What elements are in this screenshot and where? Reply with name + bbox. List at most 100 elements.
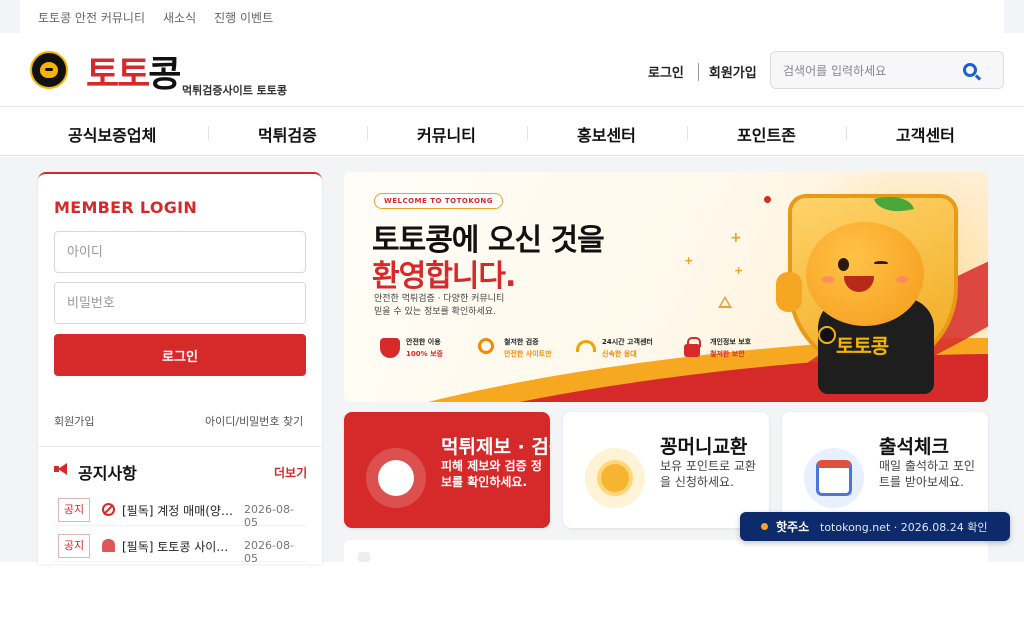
card-description: 피해 제보와 검증 정보를 확인하세요.: [441, 459, 542, 489]
nav-divider: [687, 126, 688, 140]
triangle-decoration: [718, 296, 732, 308]
lock-icon: [684, 337, 701, 357]
site-header: 토토콩 먹튀검증사이트 토토콩 로그인 회원가입: [0, 33, 1024, 107]
topbar-link-events[interactable]: 진행 이벤트: [214, 9, 273, 26]
mascot-thumb-icon: [776, 272, 802, 312]
sparkle-icon: +: [684, 254, 694, 267]
feature-title: 안전한 이용: [406, 338, 441, 346]
card-description: 보유 포인트로 교환을 신청하세요.: [660, 459, 756, 489]
nav-item-verification[interactable]: 먹튀검증: [258, 122, 317, 146]
card-icon-circle: [585, 448, 645, 508]
card-attendance[interactable]: 출석체크 매일 출석하고 포인트를 받아보세요.: [782, 412, 988, 528]
banner-desc-line: 안전한 먹튀검증 · 다양한 커뮤니티: [374, 294, 505, 304]
nav-item-point-zone[interactable]: 포인트존: [737, 122, 796, 146]
sparkle-icon: +: [734, 264, 744, 277]
welcome-banner[interactable]: WELCOME TO TOTOKONG 토토콩에 오신 것을 환영합니다. 안전…: [344, 172, 988, 402]
card-title: 꽁머니교환: [660, 436, 748, 458]
logo-text-black: 콩: [148, 54, 181, 95]
notice-more-link[interactable]: 더보기: [274, 464, 307, 481]
card-point-exchange[interactable]: 꽁머니교환 보유 포인트로 교환을 신청하세요.: [563, 412, 769, 528]
banner-description: 안전한 먹튀검증 · 다양한 커뮤니티 믿을 수 있는 정보를 확인하세요.: [374, 293, 614, 319]
search-box: [770, 51, 1004, 89]
login-panel: MEMBER LOGIN 로그인 회원가입 아이디/비밀번호 찾기 공지사항 더…: [38, 172, 322, 564]
notice-text[interactable]: [필독] 계정 매매(양도) 금지 안내: [122, 502, 234, 519]
logo-icon[interactable]: [30, 51, 68, 89]
siren-icon: [102, 539, 115, 552]
feature-sub: 안전한 사이트만: [504, 350, 552, 358]
feature-title: 24시간 고객센터: [602, 338, 653, 346]
notice-badge: 공지: [58, 534, 90, 558]
mascot-cheek: [822, 276, 834, 283]
feature-sub: 100% 보증: [406, 350, 443, 358]
notice-text[interactable]: [필독] 토토콩 사이트 이용 안내: [122, 538, 234, 555]
welcome-tag: WELCOME TO TOTOKONG: [374, 193, 504, 209]
card-icon-circle: [804, 448, 864, 508]
mascot-eye: [838, 258, 849, 271]
find-account-link[interactable]: 아이디/비밀번호 찾기: [205, 413, 303, 429]
coin-icon: [597, 460, 633, 496]
toast-text: totokong.net · 2026.08.24 확인: [820, 521, 988, 534]
logo-text-red: 토토: [86, 54, 150, 95]
ban-icon: [102, 503, 115, 516]
mascot-cheek: [896, 276, 908, 283]
logo-subtitle: 먹튀검증사이트 토토콩: [182, 84, 288, 97]
notice-row[interactable]: 공지 [필독] 토토콩 사이트 이용 안내 2026-08-05: [54, 530, 306, 564]
nav-item-official-partners[interactable]: 공식보증업체: [68, 122, 156, 146]
site-logo[interactable]: 토토콩: [86, 45, 181, 97]
card-icon-circle: [366, 448, 426, 508]
magnifier-icon: [478, 338, 494, 354]
section-icon: [358, 552, 370, 562]
topbar-link-news[interactable]: 새소식: [163, 9, 196, 26]
password-field[interactable]: [54, 282, 306, 324]
notice-badge: 공지: [58, 498, 90, 522]
topbar-links: 토토콩 안전 커뮤니티 새소식 진행 이벤트: [38, 9, 273, 26]
notice-date: 2026-08-05: [244, 503, 294, 529]
nav-divider: [846, 126, 847, 140]
panel-divider: [38, 446, 322, 447]
nav-item-customer-center[interactable]: 고객센터: [896, 122, 955, 146]
megaphone-icon: [54, 463, 68, 475]
nav-divider: [208, 126, 209, 140]
card-description: 매일 출석하고 포인트를 받아보세요.: [879, 459, 975, 489]
topbar-link-community[interactable]: 토토콩 안전 커뮤니티: [38, 9, 145, 26]
signup-link-panel[interactable]: 회원가입: [54, 413, 94, 429]
mascot-shirt-text: 토토콩: [836, 334, 889, 358]
dot-decoration: [764, 196, 771, 203]
headset-icon: [576, 340, 596, 352]
auth-separator: [697, 62, 699, 81]
login-panel-title: MEMBER LOGIN: [54, 198, 198, 217]
shield-check-icon: [380, 338, 400, 358]
topbar: 토토콩 안전 커뮤니티 새소식 진행 이벤트: [20, 0, 1004, 33]
feature-item: 안전한 이용 100% 보증: [374, 332, 466, 364]
main-nav: 공식보증업체 먹튀검증 커뮤니티 홍보센터 포인트존 고객센터: [0, 108, 1024, 156]
feature-sub: 신속한 응대: [602, 350, 637, 358]
signup-link[interactable]: 회원가입: [709, 62, 757, 81]
feature-title: 개인정보 보호: [710, 338, 752, 346]
nav-item-promotion[interactable]: 홍보센터: [577, 122, 636, 146]
search-input[interactable]: [783, 61, 953, 81]
search-icon[interactable]: [963, 63, 977, 77]
username-field[interactable]: [54, 231, 306, 273]
hot-address-toast[interactable]: 핫주소 totokong.net · 2026.08.24 확인: [740, 512, 1010, 541]
banner-desc-line: 믿을 수 있는 정보를 확인하세요.: [374, 307, 496, 317]
card-scam-report[interactable]: 먹튀제보 · 검증 피해 제보와 검증 정보를 확인하세요.: [344, 412, 550, 528]
nav-divider: [367, 126, 368, 140]
mascot-face: [806, 222, 924, 326]
header-auth-links: 로그인 회원가입: [648, 62, 757, 81]
sparkle-icon: +: [730, 230, 742, 246]
mascot-logo-badge: [818, 326, 836, 344]
feature-sub: 철저한 보안: [710, 350, 745, 358]
nav-item-community[interactable]: 커뮤니티: [417, 122, 476, 146]
login-link[interactable]: 로그인: [648, 62, 684, 81]
notice-row[interactable]: 공지 [필독] 계정 매매(양도) 금지 안내 2026-08-05: [54, 494, 306, 529]
card-title: 먹튀제보 · 검증: [441, 436, 550, 458]
feature-item: 24시간 고객센터 신속한 응대: [570, 332, 662, 364]
mascot-wink: [874, 261, 888, 265]
banner-headline-accent: 환영합니다.: [372, 259, 516, 294]
nav-divider: [527, 126, 528, 140]
login-button[interactable]: 로그인: [54, 334, 306, 376]
warning-shield-icon: [378, 460, 414, 496]
feature-item: 개인정보 보호 철저한 보안: [678, 332, 770, 364]
status-dot-icon: [761, 523, 768, 530]
card-title: 출석체크: [879, 436, 949, 458]
